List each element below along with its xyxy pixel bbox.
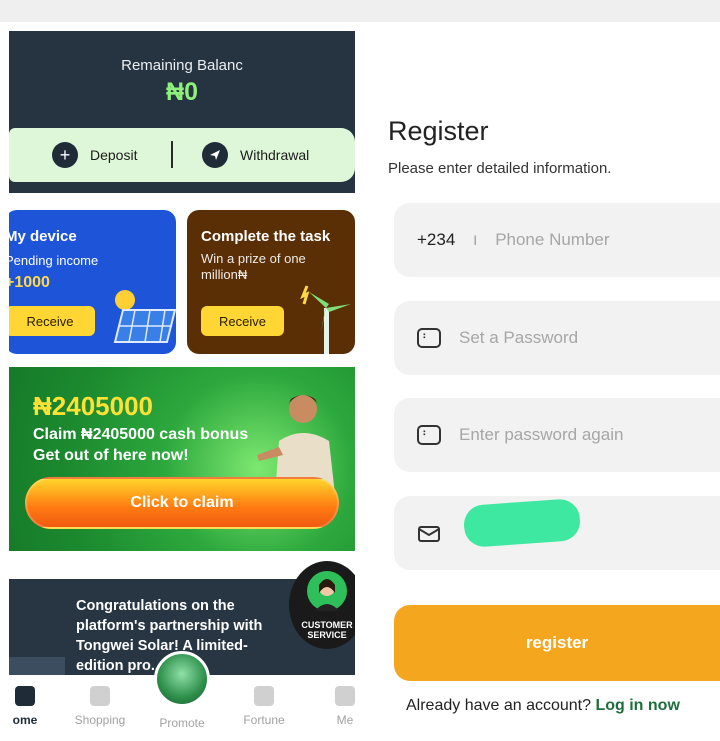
deposit-label: Deposit (90, 147, 138, 163)
device-amount: +1000 (9, 274, 50, 291)
tab-shopping[interactable]: Shopping (67, 675, 133, 741)
task-receive-button[interactable]: Receive (201, 306, 284, 336)
withdrawal-button[interactable]: Withdrawal (202, 128, 309, 182)
tab-me[interactable]: Me (327, 675, 355, 741)
redaction-scribble (462, 498, 582, 548)
fortune-icon (254, 686, 274, 706)
promo-amount: ₦2405000 (33, 391, 153, 421)
withdrawal-label: Withdrawal (240, 147, 310, 163)
tab-fortune-label: Fortune (243, 713, 285, 727)
mail-icon (418, 526, 440, 542)
promote-globe-icon[interactable] (154, 651, 210, 707)
balance-value: ₦0 (166, 78, 198, 106)
login-prompt: Already have an account? Log in now (406, 697, 680, 715)
register-panel: Register Please enter detailed informati… (370, 22, 720, 741)
password-input[interactable] (459, 328, 689, 348)
complete-task-card[interactable]: Complete the task Win a prize of one mil… (187, 210, 355, 354)
agent-avatar (307, 571, 347, 611)
tab-home[interactable]: ome (9, 675, 45, 741)
tab-me-label: Me (336, 713, 354, 727)
divider: I (473, 232, 478, 248)
device-subtitle: Pending income (9, 253, 99, 268)
confirm-password-field[interactable] (394, 398, 720, 472)
customer-service-button[interactable]: CUSTOMER SERVICE (289, 561, 355, 649)
click-to-claim-button[interactable]: Click to claim (25, 477, 339, 529)
lock-icon (417, 328, 441, 348)
phone-field[interactable]: +234 I (394, 203, 720, 277)
plus-icon: + (52, 142, 78, 168)
promo-banner[interactable]: ₦2405000 Claim ₦2405000 cash bonus Get o… (9, 367, 355, 551)
tab-fortune[interactable]: Fortune (231, 675, 297, 741)
phone-input[interactable] (495, 230, 720, 250)
invite-code-field[interactable] (394, 496, 720, 570)
task-subtitle: Win a prize of one million₦ (201, 251, 306, 282)
tab-shopping-label: Shopping (74, 713, 126, 727)
shopping-bag-icon (90, 686, 110, 706)
tab-promote-label: Promote (159, 716, 205, 730)
country-code[interactable]: +234 (417, 230, 455, 250)
divider (171, 141, 173, 168)
wind-turbine-icon (300, 285, 351, 354)
app-home-panel: Remaining Balanc ₦0 + Deposit Withdrawal… (9, 31, 355, 741)
password-field[interactable] (394, 301, 720, 375)
device-title: My device (9, 228, 77, 245)
register-button[interactable]: register (394, 605, 720, 681)
page-subtitle: Please enter detailed information. (388, 160, 612, 177)
customer-service-label: CUSTOMER SERVICE (301, 620, 353, 640)
solar-panel-icon (113, 290, 176, 343)
user-icon (335, 686, 355, 706)
device-receive-button[interactable]: Receive (9, 306, 95, 336)
login-prompt-text: Already have an account? (406, 697, 592, 714)
promo-text: Claim ₦2405000 cash bonus Get out of her… (33, 426, 249, 464)
balance-card: Remaining Balanc ₦0 + Deposit Withdrawal (9, 31, 355, 193)
balance-label: Remaining Balanc (121, 57, 243, 74)
deposit-withdrawal-bar: + Deposit Withdrawal (9, 128, 355, 182)
lock-icon (417, 425, 441, 445)
login-link[interactable]: Log in now (595, 697, 679, 714)
home-icon (15, 686, 35, 706)
deposit-button[interactable]: + Deposit (52, 128, 137, 182)
confirm-password-input[interactable] (459, 425, 689, 445)
bottom-tab-bar: ome Shopping Promote Fortune Me (9, 651, 355, 741)
my-device-card[interactable]: My device Pending income +1000 Receive (9, 210, 176, 354)
tab-home-label: ome (12, 713, 38, 727)
send-icon (202, 142, 228, 168)
task-title: Complete the task (201, 228, 331, 245)
page-title: Register (388, 116, 489, 146)
top-strip (0, 0, 720, 22)
